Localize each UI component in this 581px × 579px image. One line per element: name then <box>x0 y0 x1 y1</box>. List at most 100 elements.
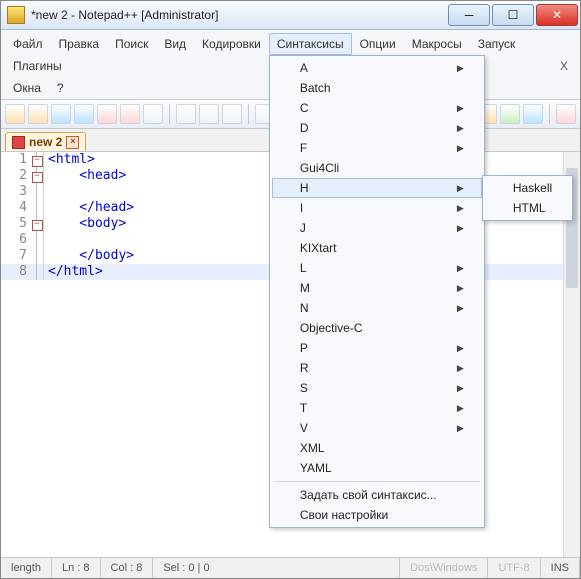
code-line[interactable] <box>44 184 56 200</box>
syntax-dropdown: A▶BatchC▶D▶F▶Gui4CliH▶I▶J▶KIXtartL▶M▶N▶O… <box>269 55 485 528</box>
status-length: length <box>1 558 52 578</box>
submenu-arrow-icon: ▶ <box>457 423 464 434</box>
code-line[interactable]: <head> <box>44 168 126 184</box>
syntax-item-i[interactable]: I▶ <box>272 198 482 218</box>
line-number: 6 <box>1 232 31 248</box>
syntax-item-s[interactable]: S▶ <box>272 378 482 398</box>
syntax-custom[interactable]: Задать свой синтаксис... <box>272 485 482 505</box>
code-line[interactable]: <html> <box>44 152 95 168</box>
status-eol: Dos\Windows <box>400 558 488 578</box>
line-number: 8 <box>1 264 31 280</box>
syntax-item-kixtart[interactable]: KIXtart <box>272 238 482 258</box>
record-icon[interactable] <box>556 104 576 124</box>
syntax-item-a[interactable]: A▶ <box>272 58 482 78</box>
doc-close-x[interactable]: X <box>552 56 576 76</box>
syntax-item-j[interactable]: J▶ <box>272 218 482 238</box>
code-line[interactable] <box>44 232 56 248</box>
menu-windows[interactable]: Окна <box>5 77 49 99</box>
status-encoding: UTF-8 <box>488 558 540 578</box>
cut-icon[interactable] <box>176 104 196 124</box>
submenu-arrow-icon: ▶ <box>457 363 464 374</box>
minimize-button[interactable]: ─ <box>448 4 490 26</box>
syntax-item-t[interactable]: T▶ <box>272 398 482 418</box>
submenu-arrow-icon: ▶ <box>457 343 464 354</box>
fold-icon[interactable]: − <box>32 172 43 183</box>
syntax-item-d[interactable]: D▶ <box>272 118 482 138</box>
line-number: 3 <box>1 184 31 200</box>
syntax-item-r[interactable]: R▶ <box>272 358 482 378</box>
syntax-own[interactable]: Свои настройки <box>272 505 482 525</box>
code-line[interactable]: <body> <box>44 216 126 232</box>
close-file-icon[interactable] <box>97 104 117 124</box>
menu-plugins[interactable]: Плагины <box>5 55 70 77</box>
tool-icon-3[interactable] <box>500 104 520 124</box>
syntax-item-n[interactable]: N▶ <box>272 298 482 318</box>
statusbar: length Ln : 8 Col : 8 Sel : 0 | 0 Dos\Wi… <box>1 557 580 578</box>
new-file-icon[interactable] <box>5 104 25 124</box>
submenu-arrow-icon: ▶ <box>457 203 464 214</box>
submenu-arrow-icon: ▶ <box>457 223 464 234</box>
close-button[interactable]: ✕ <box>536 4 578 26</box>
status-col: Col : 8 <box>101 558 154 578</box>
maximize-button[interactable]: ☐ <box>492 4 534 26</box>
copy-icon[interactable] <box>199 104 219 124</box>
submenu-arrow-icon: ▶ <box>457 103 464 114</box>
submenu-arrow-icon: ▶ <box>457 143 464 154</box>
code-line[interactable]: </body> <box>44 248 134 264</box>
submenu-item-haskell[interactable]: Haskell <box>485 178 570 198</box>
tool-icon-4[interactable] <box>523 104 543 124</box>
menu-encoding[interactable]: Кодировки <box>194 33 269 55</box>
menu-file[interactable]: Файл <box>5 33 51 55</box>
syntax-item-l[interactable]: L▶ <box>272 258 482 278</box>
fold-icon[interactable]: − <box>32 156 43 167</box>
print-icon[interactable] <box>143 104 163 124</box>
window-title: *new 2 - Notepad++ [Administrator] <box>31 8 446 22</box>
submenu-arrow-icon: ▶ <box>457 263 464 274</box>
line-number: 4 <box>1 200 31 216</box>
file-tab[interactable]: new 2 × <box>5 132 86 151</box>
menu-run[interactable]: Запуск <box>470 33 524 55</box>
tab-label: new 2 <box>29 135 62 149</box>
status-ins: INS <box>541 558 580 578</box>
paste-icon[interactable] <box>222 104 242 124</box>
h-submenu: Haskell HTML <box>482 175 573 221</box>
syntax-item-batch[interactable]: Batch <box>272 78 482 98</box>
status-ln: Ln : 8 <box>52 558 101 578</box>
save-all-icon[interactable] <box>74 104 94 124</box>
syntax-item-objective-c[interactable]: Objective-C <box>272 318 482 338</box>
syntax-item-gui4cli[interactable]: Gui4Cli <box>272 158 482 178</box>
menu-help[interactable]: ? <box>49 77 72 99</box>
menu-search[interactable]: Поиск <box>107 33 156 55</box>
code-line[interactable]: </html> <box>44 264 103 280</box>
submenu-item-html[interactable]: HTML <box>485 198 570 218</box>
menu-syntax[interactable]: Синтаксисы <box>269 33 352 55</box>
tab-close-icon[interactable]: × <box>66 136 79 149</box>
submenu-arrow-icon: ▶ <box>457 123 464 134</box>
submenu-arrow-icon: ▶ <box>457 183 464 194</box>
save-icon[interactable] <box>51 104 71 124</box>
menu-view[interactable]: Вид <box>156 33 194 55</box>
menu-edit[interactable]: Правка <box>51 33 108 55</box>
submenu-arrow-icon: ▶ <box>457 303 464 314</box>
syntax-item-v[interactable]: V▶ <box>272 418 482 438</box>
submenu-arrow-icon: ▶ <box>457 383 464 394</box>
line-number: 5 <box>1 216 31 232</box>
line-number: 1 <box>1 152 31 168</box>
menu-macros[interactable]: Макросы <box>404 33 470 55</box>
line-number: 2 <box>1 168 31 184</box>
syntax-item-m[interactable]: M▶ <box>272 278 482 298</box>
code-line[interactable]: </head> <box>44 200 134 216</box>
disk-icon <box>12 136 25 149</box>
syntax-item-c[interactable]: C▶ <box>272 98 482 118</box>
fold-icon[interactable]: − <box>32 220 43 231</box>
menu-options[interactable]: Опции <box>352 33 404 55</box>
syntax-item-yaml[interactable]: YAML <box>272 458 482 478</box>
syntax-item-p[interactable]: P▶ <box>272 338 482 358</box>
app-icon <box>7 6 25 24</box>
submenu-arrow-icon: ▶ <box>457 63 464 74</box>
close-all-icon[interactable] <box>120 104 140 124</box>
syntax-item-f[interactable]: F▶ <box>272 138 482 158</box>
syntax-item-xml[interactable]: XML <box>272 438 482 458</box>
syntax-item-h[interactable]: H▶ <box>272 178 482 198</box>
open-file-icon[interactable] <box>28 104 48 124</box>
